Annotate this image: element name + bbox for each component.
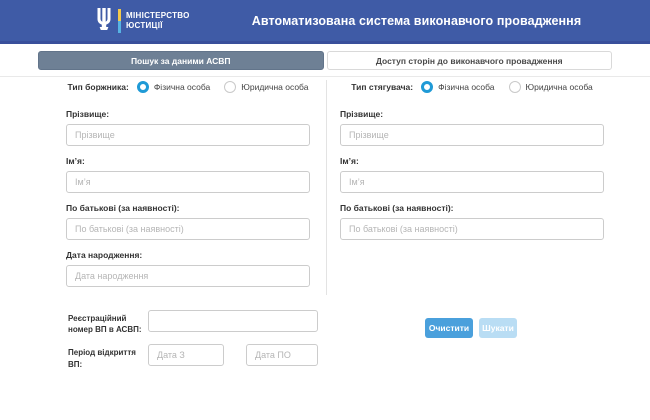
debtor-type-label: Тип боржника:: [67, 82, 129, 92]
debtor-birthdate-label: Дата народження:: [66, 250, 143, 260]
tabbar: Пошук за даними АСВП Доступ сторін до ви…: [38, 51, 612, 70]
claimant-form: Тип стягувача: Фізична особа Юридична ос…: [340, 80, 604, 250]
ministry-logo: МІНІСТЕРСТВО ЮСТИЦІЇ: [95, 7, 190, 34]
period-label: Період відкриття ВП:: [68, 348, 136, 369]
debtor-form: Тип боржника: Фізична особа Юридична осо…: [66, 80, 310, 297]
search-button[interactable]: Шукати: [479, 318, 517, 338]
debtor-radio-legal-label: Юридична особа: [241, 82, 309, 92]
claimant-patronymic-label: По батькові (за наявності):: [340, 203, 454, 213]
debtor-surname-label: Прізвище:: [66, 109, 110, 119]
debtor-patronymic-field: По батькові (за наявності):: [66, 203, 310, 240]
radio-checked-icon[interactable]: [421, 81, 434, 93]
claimant-type-row: Тип стягувача: Фізична особа Юридична ос…: [340, 80, 604, 94]
debtor-name-field: Ім’я:: [66, 156, 310, 193]
claimant-patronymic-input[interactable]: [340, 218, 604, 240]
debtor-birthdate-input[interactable]: [66, 265, 310, 287]
claimant-radio-individual[interactable]: Фізична особа: [421, 81, 495, 93]
radio-unchecked-icon[interactable]: [508, 81, 521, 93]
vertical-divider: [326, 80, 327, 295]
horizontal-divider: [0, 76, 650, 77]
claimant-name-field: Ім’я:: [340, 156, 604, 193]
debtor-surname-field: Прізвище:: [66, 109, 310, 146]
ministry-name: МІНІСТЕРСТВО ЮСТИЦІЇ: [126, 11, 190, 30]
claimant-patronymic-field: По батькові (за наявності):: [340, 203, 604, 240]
debtor-radio-individual-label: Фізична особа: [153, 82, 211, 92]
debtor-type-row: Тип боржника: Фізична особа Юридична осо…: [66, 80, 310, 94]
action-buttons: Очистити Шукати: [425, 318, 517, 338]
debtor-patronymic-input[interactable]: [66, 218, 310, 240]
tab-parties-access[interactable]: Доступ сторін до виконавчого провадження: [326, 51, 612, 70]
app-header: МІНІСТЕРСТВО ЮСТИЦІЇ Автоматизована сист…: [0, 0, 650, 44]
radio-unchecked-icon[interactable]: [224, 81, 237, 93]
claimant-surname-input[interactable]: [340, 124, 604, 146]
claimant-surname-field: Прізвище:: [340, 109, 604, 146]
claimant-radio-legal[interactable]: Юридична особа: [508, 81, 593, 93]
date-to-input[interactable]: [246, 344, 318, 367]
period-row: Період відкриття ВП:: [68, 344, 608, 369]
ministry-line1: МІНІСТЕРСТВО: [126, 10, 190, 20]
claimant-radio-individual-label: Фізична особа: [438, 82, 495, 92]
trident-icon: [97, 7, 111, 30]
claimant-name-input[interactable]: [340, 171, 604, 193]
claimant-name-label: Ім’я:: [340, 156, 359, 166]
page-title: Автоматизована система виконавчого прова…: [251, 13, 582, 28]
bottom-search-section: Реєстраційний номер ВП в АСВП: Період ві…: [68, 310, 608, 379]
claimant-surname-label: Прізвище:: [340, 109, 384, 119]
tab-search-asvp[interactable]: Пошук за даними АСВП: [38, 51, 324, 70]
claimant-radio-legal-label: Юридична особа: [525, 82, 593, 92]
reg-number-row: Реєстраційний номер ВП в АСВП:: [68, 310, 608, 335]
claimant-type-label: Тип стягувача:: [351, 82, 414, 92]
debtor-name-input[interactable]: [66, 171, 310, 193]
debtor-name-label: Ім’я:: [66, 156, 85, 166]
date-from-input[interactable]: [148, 344, 224, 367]
debtor-surname-input[interactable]: [66, 124, 310, 146]
reg-number-label: Реєстраційний номер ВП в АСВП:: [68, 314, 142, 335]
debtor-patronymic-label: По батькові (за наявності):: [66, 203, 180, 213]
clear-button[interactable]: Очистити: [425, 318, 473, 338]
ministry-line2: ЮСТИЦІЇ: [126, 20, 163, 30]
flag-bar: [118, 8, 121, 33]
debtor-radio-legal[interactable]: Юридична особа: [224, 81, 308, 93]
radio-checked-icon[interactable]: [136, 81, 149, 93]
debtor-birthdate-field: Дата народження:: [66, 250, 310, 287]
reg-number-input[interactable]: [148, 310, 318, 332]
debtor-radio-individual[interactable]: Фізична особа: [136, 81, 211, 93]
